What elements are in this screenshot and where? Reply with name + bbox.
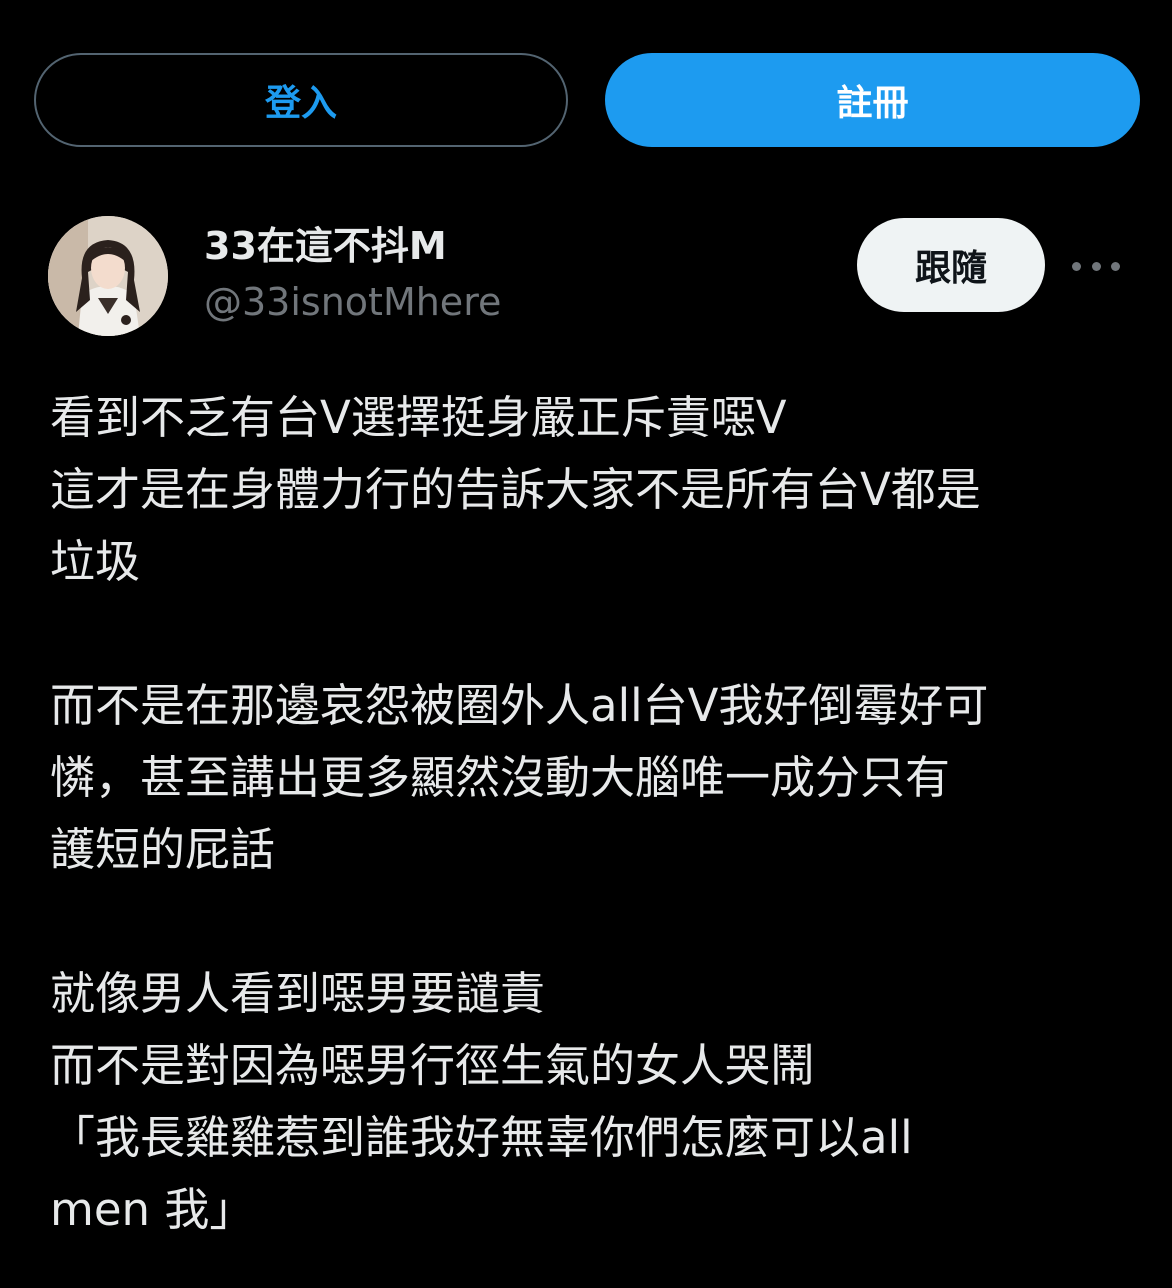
more-dot [1091,261,1101,271]
login-button[interactable]: 登入 [34,53,568,147]
follow-button[interactable]: 跟隨 [857,218,1045,312]
tweet-paragraph: 就像男人看到噁男要譴責 而不是對因為噁男行徑生氣的女人哭鬧 「我長雞雞惹到誰我好… [50,958,1130,1246]
user-handle[interactable]: @33isnotMhere [204,276,501,328]
tweet-line: 「我長雞雞惹到誰我好無辜你們怎麼可以all [50,1111,913,1164]
signup-button[interactable]: 註冊 [605,53,1140,147]
tweet-line: 就像男人看到噁男要譴責 [50,967,546,1020]
auth-bar: 登入 註冊 [34,53,1140,149]
tweet-paragraph: 看到不乏有台V選擇挺身嚴正斥責噁V 這才是在身體力行的告訴大家不是所有台V都是 … [50,382,1130,598]
more-dot [1111,261,1120,271]
tweet-line: 這才是在身體力行的告訴大家不是所有台V都是 [50,463,981,516]
tweet-line: 而不是在那邊哀怨被圈外人all台V我好倒霉好可 [50,679,989,732]
tweet-header: 33在這不抖M @33isnotMhere 跟隨 [48,216,1124,338]
tweet-paragraph: 而不是在那邊哀怨被圈外人all台V我好倒霉好可 憐，甚至講出更多顯然沒動大腦唯一… [50,670,1130,886]
tweet-line: 憐，甚至講出更多顯然沒動大腦唯一成分只有 [50,751,951,804]
avatar[interactable] [48,216,168,336]
tweet-line: 護短的屁話 [50,823,276,876]
user-names: 33在這不抖M @33isnotMhere [204,222,501,328]
more-dot [1072,261,1081,271]
tweet-line: 看到不乏有台V選擇挺身嚴正斥責噁V [50,391,787,444]
tweet-line: 垃圾 [50,535,141,588]
tweet-line: 而不是對因為噁男行徑生氣的女人哭鬧 [50,1039,816,1092]
more-horizontal-icon[interactable] [1072,246,1120,286]
tweet-text: 看到不乏有台V選擇挺身嚴正斥責噁V 這才是在身體力行的告訴大家不是所有台V都是 … [50,382,1130,1288]
avatar-image [48,216,168,336]
display-name[interactable]: 33在這不抖M [204,222,501,270]
tweet-line: men 我」 [50,1183,255,1236]
